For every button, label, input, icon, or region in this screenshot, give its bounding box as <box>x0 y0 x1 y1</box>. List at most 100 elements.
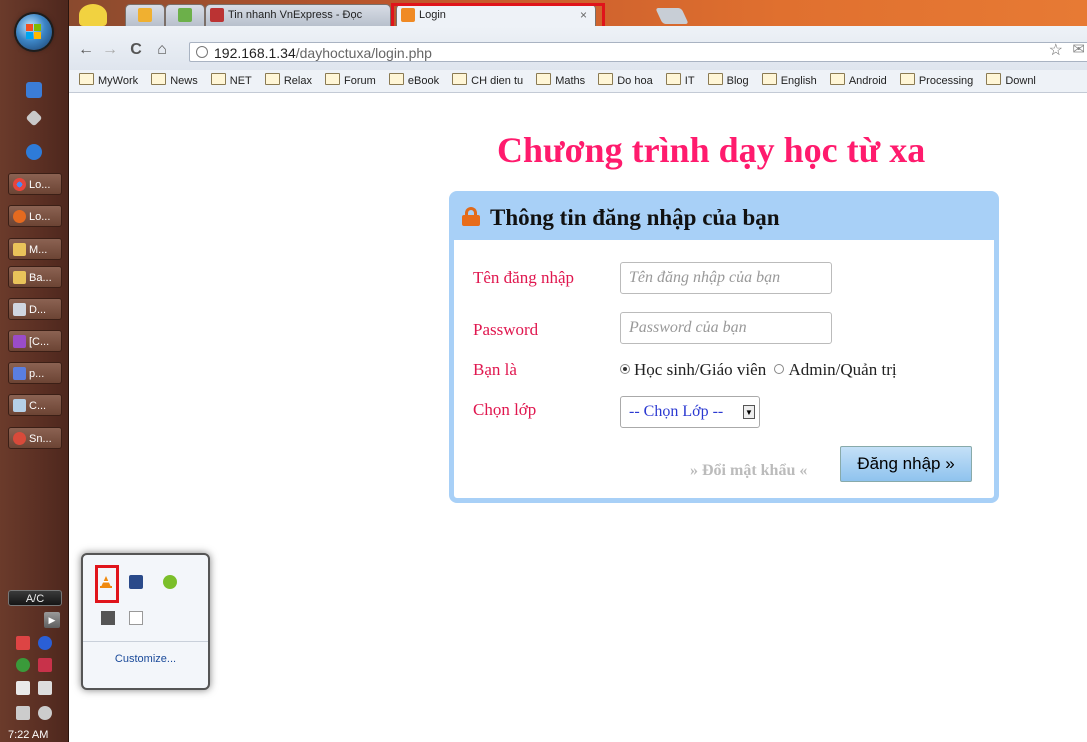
lock-icon <box>462 207 480 226</box>
taskbar-item-folder-ba[interactable]: Ba... <box>8 266 62 288</box>
snipping-tool-icon <box>13 432 26 445</box>
bookmark-ebook[interactable]: eBook <box>388 70 440 92</box>
tray-app-icon[interactable] <box>38 636 52 650</box>
forward-icon[interactable]: → <box>101 41 119 59</box>
taskbar-item-snipping[interactable]: Sn... <box>8 427 62 449</box>
bookmark-label: Relax <box>283 75 312 87</box>
bookmark-mywork[interactable]: MyWork <box>79 70 138 92</box>
username-label: Tên đăng nhập <box>473 268 575 287</box>
tab-label: Tin nhanh VnExpress - Đọc <box>228 9 363 21</box>
bookmark-processing[interactable]: Processing <box>899 70 974 92</box>
bookmark-news[interactable]: News <box>151 70 198 92</box>
tab-pma[interactable] <box>125 4 165 26</box>
start-button[interactable] <box>16 14 52 50</box>
bookmark-downloads[interactable]: Downl <box>986 70 1036 92</box>
folder-icon <box>13 271 26 284</box>
change-password-link[interactable]: » Đổi mật khẩu « <box>690 462 807 480</box>
role-option-student[interactable]: Học sinh/Giáo viên <box>620 360 766 379</box>
home-icon[interactable]: ⌂ <box>153 41 171 59</box>
firefox-icon <box>13 210 26 223</box>
w3schools-icon <box>178 8 192 22</box>
show-hidden-icons-button[interactable]: ▶ <box>44 612 60 628</box>
folder-icon <box>264 73 280 85</box>
extension-icon[interactable]: ✉ <box>1072 40 1085 58</box>
bookmark-label: Forum <box>344 75 376 87</box>
folder-icon <box>598 73 614 85</box>
bookmark-label: MyWork <box>98 75 139 87</box>
password-label: Password <box>473 320 539 339</box>
bookmark-label: Downl <box>1005 75 1036 87</box>
taskbar-item-chrome[interactable]: Lo... <box>8 173 62 195</box>
address-bar[interactable]: 192.168.1.34/dayhoctuxa/login.php <box>189 42 1087 62</box>
taskbar-item-c[interactable]: [C... <box>8 330 62 352</box>
class-label: Chọn lớp <box>473 400 537 419</box>
volume-icon[interactable] <box>38 706 52 720</box>
tray-app-icon[interactable] <box>16 636 30 650</box>
tray-power-icon[interactable] <box>38 681 52 695</box>
bookmark-relax[interactable]: Relax <box>264 70 312 92</box>
keyboard-icon[interactable] <box>101 611 115 625</box>
taskbar: Lo... Lo... M... Ba... D... [C... p... C… <box>0 0 69 742</box>
bookmark-it[interactable]: IT <box>665 70 695 92</box>
bookmark-label: eBook <box>407 75 440 87</box>
quicklaunch-pen-icon[interactable] <box>25 109 43 127</box>
folder-icon <box>899 73 915 85</box>
bookmark-label: News <box>170 75 198 87</box>
tab-vnexpress[interactable]: Tin nhanh VnExpress - Đọc <box>205 4 391 26</box>
taskbar-item-p[interactable]: p... <box>8 362 62 384</box>
back-icon[interactable]: ← <box>77 41 95 59</box>
folder-icon <box>761 73 777 85</box>
tray-antivirus-icon[interactable] <box>38 658 52 672</box>
taskbar-item-label: C... <box>29 400 47 412</box>
bookmark-label: NET <box>229 75 252 87</box>
folder-icon <box>151 73 167 85</box>
reload-icon[interactable]: C <box>127 41 145 59</box>
taskbar-item-label: Lo... <box>29 179 51 191</box>
bookmark-label: Processing <box>918 75 974 87</box>
taskbar-item-folder-m[interactable]: M... <box>8 238 62 260</box>
tray-network-status-icon[interactable] <box>16 706 30 720</box>
quicklaunch-ie-icon[interactable] <box>26 144 42 160</box>
highlight-box <box>95 565 119 603</box>
taskbar-item-d[interactable]: D... <box>8 298 62 320</box>
tray-network-icon[interactable] <box>16 658 30 672</box>
taskbar-item-notepad[interactable]: C... <box>8 394 62 416</box>
login-button[interactable]: Đăng nhập » <box>840 446 972 482</box>
bookmark-ch-dien-tu[interactable]: CH dien tu <box>452 70 523 92</box>
taskbar-item-label: M... <box>29 244 48 256</box>
nvidia-icon[interactable] <box>163 575 177 589</box>
class-select[interactable]: -- Chọn Lớp -- ▼ <box>620 396 760 428</box>
notepad-icon <box>13 399 26 412</box>
new-tab-button[interactable] <box>655 8 689 24</box>
role-option-label: Admin/Quản trị <box>788 360 897 379</box>
role-option-admin[interactable]: Admin/Quản trị <box>774 360 897 379</box>
username-input[interactable]: Tên đăng nhập của bạn <box>620 262 832 294</box>
clock[interactable]: 7:22 AM <box>8 729 48 741</box>
bookmark-net[interactable]: NET <box>210 70 252 92</box>
tab-w3[interactable] <box>165 4 205 26</box>
folder-icon <box>536 73 552 85</box>
taskbar-item-firefox[interactable]: Lo... <box>8 205 62 227</box>
bookmark-maths[interactable]: Maths <box>536 70 585 92</box>
quicklaunch-desktop-icon[interactable] <box>26 82 42 98</box>
bookmark-label: Android <box>848 75 887 87</box>
customize-link[interactable]: Customize... <box>83 653 208 665</box>
bookmark-blog[interactable]: Blog <box>707 70 749 92</box>
folder-icon <box>13 243 26 256</box>
folder-icon <box>79 73 94 85</box>
bookmark-do-hoa[interactable]: Do hoa <box>598 70 653 92</box>
flag-icon[interactable] <box>129 611 143 625</box>
display-icon[interactable] <box>129 575 143 589</box>
folder-icon <box>388 73 404 85</box>
password-input[interactable]: Password của bạn <box>620 312 832 344</box>
globe-icon <box>196 46 208 58</box>
bookmark-english[interactable]: English <box>761 70 817 92</box>
bookmark-forum[interactable]: Forum <box>325 70 376 92</box>
bookmark-android[interactable]: Android <box>829 70 887 92</box>
bookmark-star-icon[interactable]: ☆ <box>1049 40 1063 60</box>
tray-pen-icon[interactable] <box>16 681 30 695</box>
bookmarks-bar: MyWork News NET Relax Forum eBook CH die… <box>69 70 1087 93</box>
bookmark-label: Blog <box>726 75 749 87</box>
ac-button[interactable]: A/C <box>8 590 62 606</box>
tab-smiley-icon[interactable] <box>79 4 107 26</box>
